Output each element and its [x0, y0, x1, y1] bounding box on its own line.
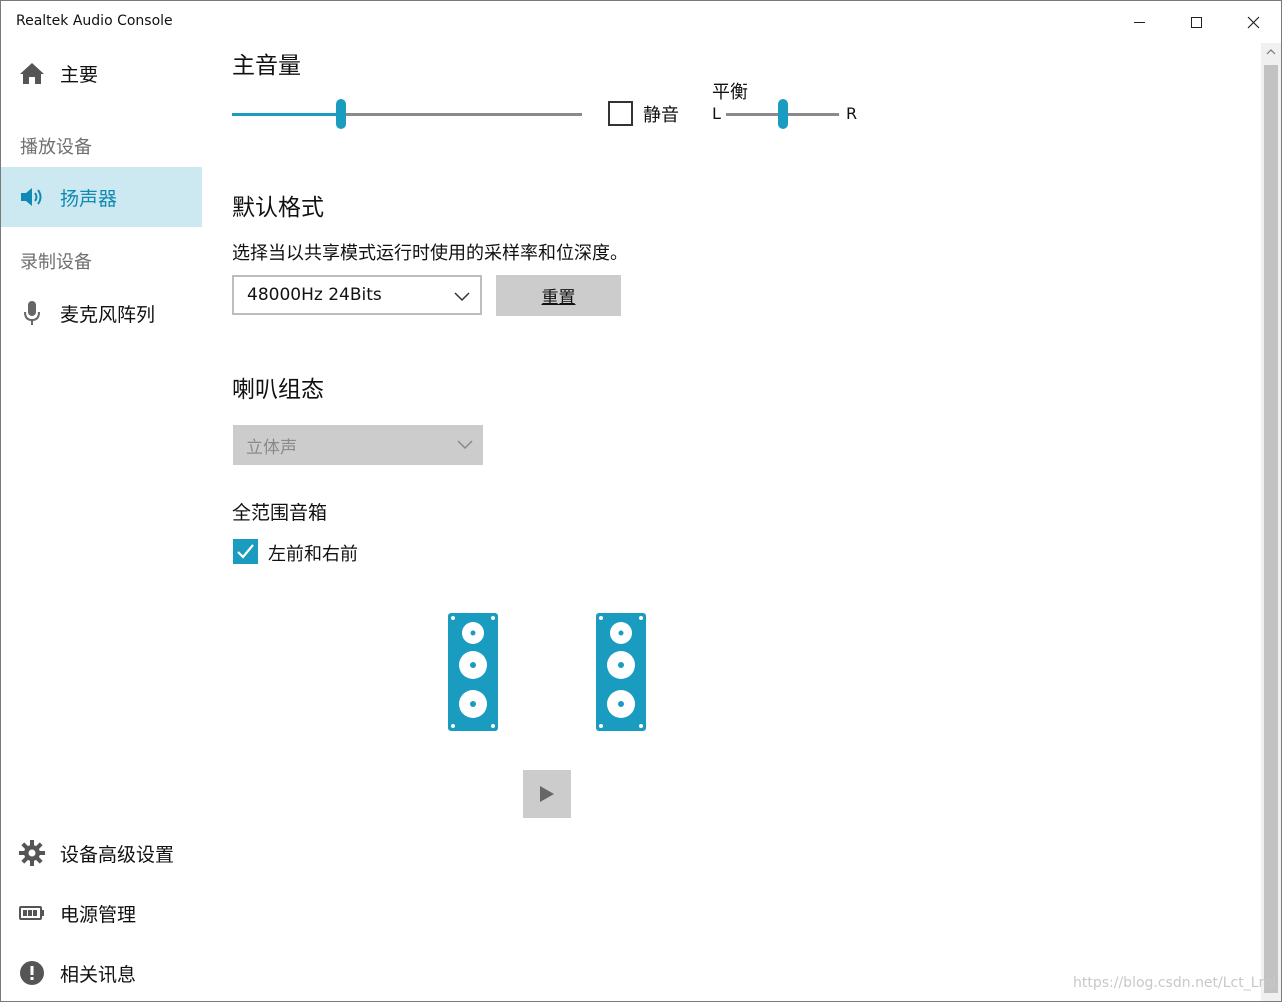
chevron-up-icon [1266, 49, 1276, 55]
title-bar: Realtek Audio Console [1, 1, 1281, 43]
scroll-up-button[interactable] [1261, 43, 1281, 61]
speaker-icon [19, 184, 45, 210]
watermark-text: https://blog.csdn.net/Lct_Lmi [1073, 975, 1277, 991]
sidebar-item-microphone[interactable]: 麦克风阵列 [1, 283, 202, 343]
main-content: 主音量 静音 平衡 L R 默认格式 选择当以共享模式运行时使用的采样率和位深度… [202, 43, 1261, 1001]
sidebar-item-home[interactable]: 主要 [1, 43, 202, 103]
slider-thumb[interactable] [336, 99, 346, 129]
sample-rate-select[interactable]: 48000Hz 24Bits [232, 275, 482, 315]
maximize-button[interactable] [1168, 1, 1225, 43]
play-icon [540, 786, 554, 802]
slider-fill [232, 113, 341, 116]
select-value: 48000Hz 24Bits [247, 285, 382, 305]
gear-icon [19, 840, 45, 866]
minimize-button[interactable] [1111, 1, 1168, 43]
balance-slider[interactable] [726, 99, 839, 129]
sidebar-item-label: 电源管理 [60, 903, 137, 926]
front-lr-checkbox[interactable] [233, 539, 258, 564]
sidebar-item-label: 相关讯息 [60, 963, 137, 986]
battery-icon [19, 900, 45, 926]
fullrange-speakers-title: 全范围音箱 [232, 502, 328, 524]
microphone-icon [19, 300, 45, 326]
close-icon [1247, 16, 1260, 28]
maximize-icon [1191, 16, 1202, 28]
home-icon [19, 60, 45, 86]
mute-checkbox[interactable] [608, 101, 633, 126]
section-recording-devices: 录制设备 [20, 252, 92, 273]
checkmark-icon [237, 544, 254, 559]
default-format-title: 默认格式 [232, 195, 324, 221]
default-format-description: 选择当以共享模式运行时使用的采样率和位深度。 [232, 243, 628, 264]
front-left-speaker[interactable] [448, 613, 498, 731]
section-playback-devices: 播放设备 [20, 137, 92, 158]
master-volume-title: 主音量 [232, 53, 301, 79]
sidebar-item-label: 麦克风阵列 [60, 303, 156, 326]
sidebar-item-label: 设备高级设置 [60, 843, 175, 866]
speaker-config-select[interactable]: 立体声 [233, 425, 483, 465]
chevron-down-icon [454, 288, 470, 307]
master-volume-slider[interactable] [232, 99, 582, 129]
sidebar-item-label: 主要 [60, 63, 99, 86]
front-lr-label: 左前和右前 [268, 544, 358, 565]
sidebar-item-related-info[interactable]: 相关讯息 [1, 943, 202, 1001]
test-play-button[interactable] [523, 770, 571, 818]
select-value: 立体声 [246, 438, 297, 458]
balance-left-label: L [712, 104, 721, 123]
window-title: Realtek Audio Console [16, 13, 173, 29]
sidebar-item-advanced-settings[interactable]: 设备高级设置 [1, 823, 202, 883]
slider-thumb[interactable] [778, 99, 788, 129]
reset-button[interactable]: 重置 [496, 275, 621, 316]
sidebar-item-power-management[interactable]: 电源管理 [1, 883, 202, 943]
app-window: Realtek Audio Console 主要 播放设备 扬声器 录制设备 麦… [0, 0, 1282, 1002]
front-right-speaker[interactable] [596, 613, 646, 731]
vertical-scrollbar[interactable] [1261, 43, 1281, 1001]
scrollbar-thumb[interactable] [1264, 65, 1278, 993]
balance-right-label: R [846, 104, 858, 123]
info-icon [19, 960, 45, 986]
sidebar-item-speaker[interactable]: 扬声器 [1, 167, 202, 227]
speaker-config-title: 喇叭组态 [232, 377, 324, 403]
close-button[interactable] [1225, 1, 1281, 43]
sidebar: 主要 播放设备 扬声器 录制设备 麦克风阵列 设备高级设置 电源管理 相关讯息 [1, 43, 202, 1001]
chevron-down-icon [457, 436, 473, 455]
sidebar-item-label: 扬声器 [60, 187, 118, 210]
minimize-icon [1134, 21, 1145, 23]
mute-label: 静音 [643, 105, 679, 126]
